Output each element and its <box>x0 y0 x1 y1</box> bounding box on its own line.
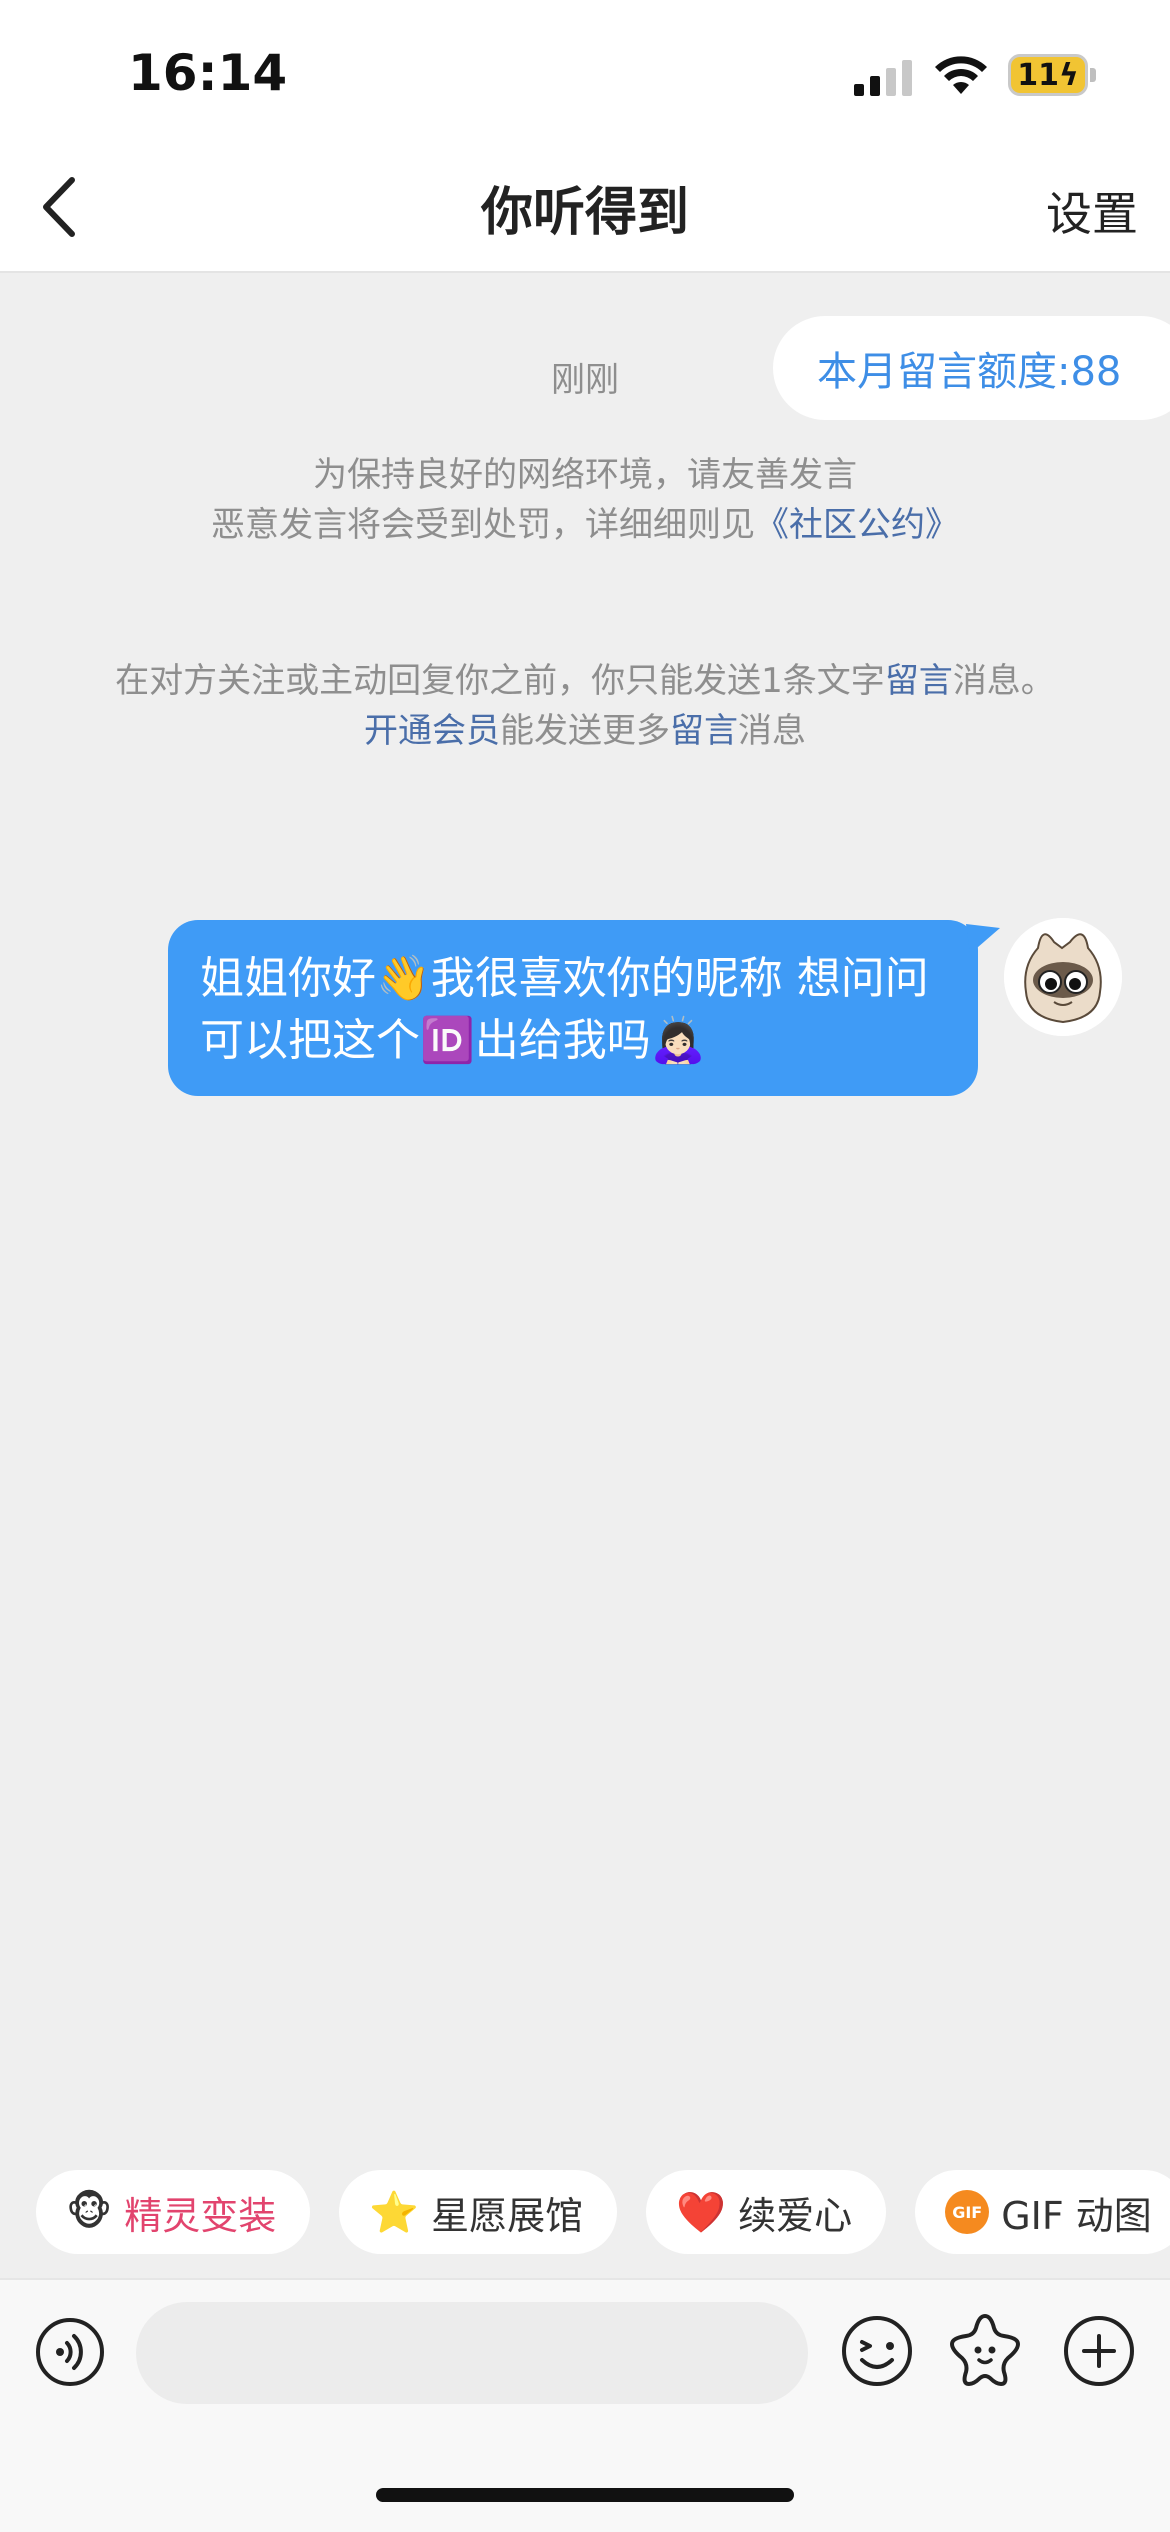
notice-text: 恶意发言将会受到处罚，详细细则见 <box>211 505 755 545</box>
gif-icon: GIF <box>945 2190 990 2234</box>
charging-bolt-icon: ϟ <box>1058 57 1079 93</box>
star-icon: ⭐ <box>369 2189 420 2236</box>
status-bar: 16:14 11 ϟ <box>0 0 1170 140</box>
status-time: 16:14 <box>128 44 288 102</box>
chip-label: 精灵变装 <box>124 2193 277 2238</box>
battery-level: 11 <box>1017 57 1059 93</box>
bubble-tail <box>966 924 1000 954</box>
cellular-signal-icon <box>854 60 912 96</box>
settings-button[interactable]: 设置 <box>1046 178 1138 244</box>
notice-line: 为保持良好的网络环境，请友善发言 <box>313 455 857 495</box>
sent-message-bubble[interactable]: 姐姐你好👋我很喜欢你的昵称 想问问可以把这个🆔出给我吗🙇🏻‍♀️ <box>168 920 978 1096</box>
battery-icon: 11 ϟ <box>1008 54 1088 96</box>
chip-label: 续爱心 <box>738 2193 853 2238</box>
battery-tip <box>1090 68 1096 82</box>
chip-sprite-dressup[interactable]: 🐵 精灵变装 <box>36 2170 311 2254</box>
notice-text: 能发送更多 <box>500 711 670 751</box>
notice-line: 开通会员能发送更多留言消息 <box>60 706 1110 756</box>
message-timestamp: 刚刚 <box>551 360 619 400</box>
emoji-button[interactable] <box>840 2314 914 2388</box>
chip-label: GIF 动图 <box>1001 2193 1152 2238</box>
chip-renew-heart[interactable]: ❤️ 续爱心 <box>646 2170 887 2254</box>
home-indicator <box>376 2488 794 2502</box>
community-rules-link[interactable]: 《社区公约》 <box>755 505 959 545</box>
message-limit-notice: 在对方关注或主动回复你之前，你只能发送1条文字留言消息。 开通会员能发送更多留言… <box>60 656 1110 756</box>
chip-label: 星愿展馆 <box>431 2193 584 2238</box>
more-options-button[interactable] <box>1062 2314 1136 2388</box>
cartoon-creature-avatar-icon <box>1004 918 1122 1036</box>
notice-line: 在对方关注或主动回复你之前，你只能发送1条文字留言消息。 <box>60 656 1110 706</box>
heart-icon: ❤️ <box>676 2189 727 2236</box>
notice-line: 恶意发言将会受到处罚，详细细则见《社区公约》 <box>60 500 1110 550</box>
message-link[interactable]: 留言 <box>885 661 953 701</box>
notice-text: 消息 <box>738 711 806 751</box>
chip-gif[interactable]: GIF GIF 动图 <box>915 2170 1170 2254</box>
wifi-icon <box>935 56 987 94</box>
community-notice: 为保持良好的网络环境，请友善发言 恶意发言将会受到处罚，详细细则见《社区公约》 <box>60 450 1110 550</box>
user-avatar[interactable] <box>1004 918 1122 1036</box>
message-link[interactable]: 留言 <box>670 711 738 751</box>
monkey-face-icon: 🐵 <box>66 2189 113 2235</box>
message-input[interactable] <box>136 2302 808 2404</box>
quick-action-chips: 🐵 精灵变装 ⭐ 星愿展馆 ❤️ 续爱心 GIF GIF 动图 <box>36 2170 1170 2254</box>
nav-header: 你听得到 设置 <box>0 140 1170 273</box>
notice-text: 消息。 <box>952 661 1055 701</box>
open-membership-link[interactable]: 开通会员 <box>364 711 500 751</box>
voice-input-button[interactable] <box>34 2316 106 2388</box>
page-title: 你听得到 <box>480 183 689 243</box>
chip-wish-gallery[interactable]: ⭐ 星愿展馆 <box>339 2170 618 2254</box>
sticker-star-button[interactable] <box>946 2310 1024 2388</box>
notice-text: 在对方关注或主动回复你之前，你只能发送1条文字 <box>115 661 885 701</box>
message-text: 姐姐你好👋我很喜欢你的昵称 想问问可以把这个🆔出给我吗🙇🏻‍♀️ <box>200 953 929 1066</box>
